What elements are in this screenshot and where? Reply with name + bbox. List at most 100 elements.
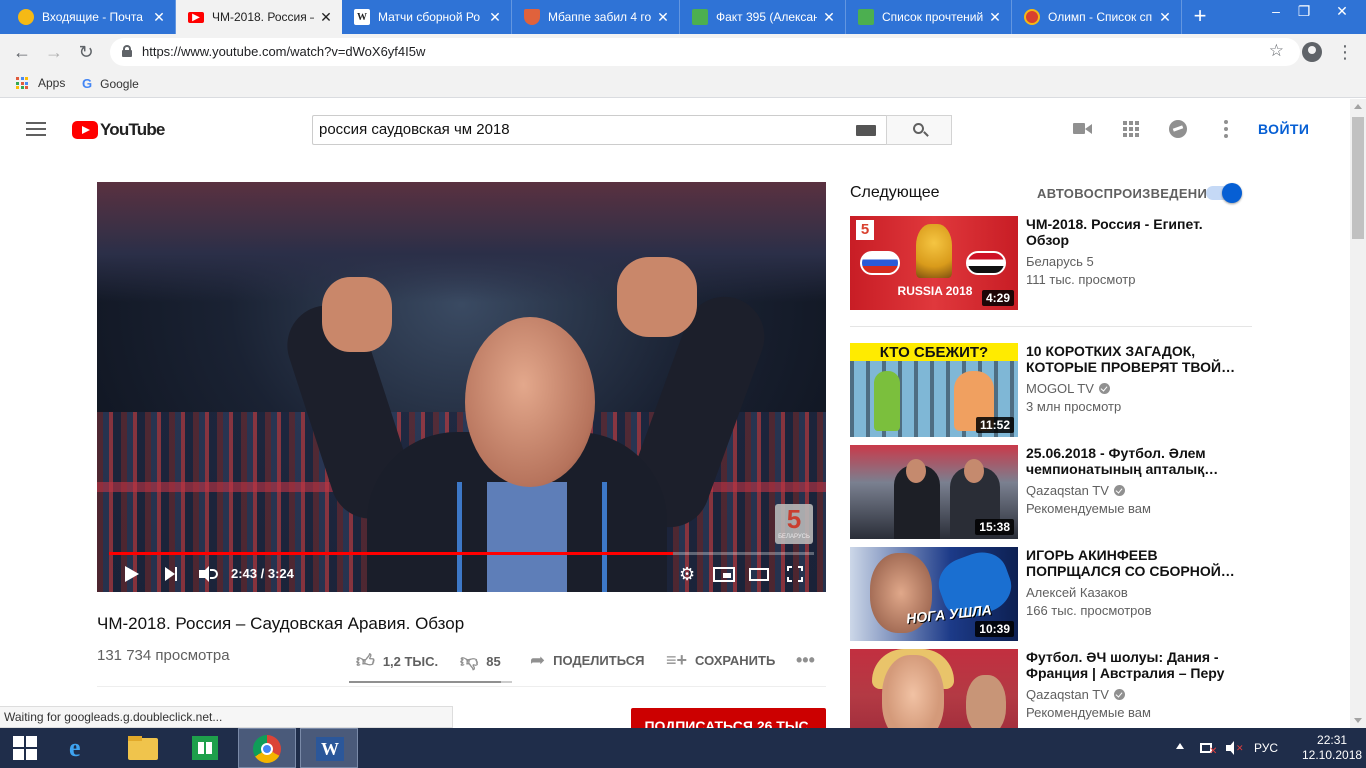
channel-name[interactable]: Алексей Казаков <box>1026 585 1128 600</box>
minimize-icon[interactable]: – <box>1262 0 1290 22</box>
close-tab-icon[interactable]: ✕ <box>487 9 503 26</box>
video-thumbnail[interactable]: НОГА УШЛА 10:39 <box>850 547 1018 641</box>
tab-olimp[interactable]: Олимп - Список сп ✕ <box>1012 0 1182 34</box>
autoplay-toggle[interactable] <box>1206 183 1242 203</box>
youtube-icon: ▶ <box>188 11 204 23</box>
sign-in-button[interactable]: ВОЙТИ <box>1258 121 1309 137</box>
dislike-button[interactable]: 👎︎ 85 <box>460 650 501 672</box>
show-hidden-icons-icon[interactable] <box>1176 743 1184 749</box>
video-title[interactable]: 25.06.2018 - Футбол. Әлем чемпионатының … <box>1026 445 1236 477</box>
tab-label: ЧМ-2018. Россия – <box>212 10 314 24</box>
video-title[interactable]: ИГОРЬ АКИНФЕЕВ ПОПРЩАЛСЯ СО СБОРНОЙ… <box>1026 547 1236 579</box>
search-button[interactable] <box>886 115 952 145</box>
next-video-icon[interactable] <box>165 567 177 581</box>
search-input[interactable]: россия саудовская чм 2018 <box>312 115 886 145</box>
url-text[interactable]: https://www.youtube.com/watch?v=dWoX6yf4… <box>142 44 425 59</box>
chrome-menu-icon[interactable]: ⋮ <box>1336 40 1354 64</box>
channel-name[interactable]: Qazaqstan TV <box>1026 483 1125 498</box>
internet-explorer-icon[interactable]: e <box>52 728 110 768</box>
tab-fact-395[interactable]: Факт 395 (Алексан ✕ <box>680 0 846 34</box>
add-to-playlist-icon: ≡+ <box>666 650 688 670</box>
video-duration: 4:29 <box>981 290 1014 306</box>
close-tab-icon[interactable]: ✕ <box>821 9 837 26</box>
save-button[interactable]: ≡+ СОХРАНИТЬ <box>666 650 775 671</box>
forward-arrow-icon[interactable]: → <box>42 40 66 64</box>
bookmark-label: Apps <box>38 76 66 90</box>
video-player[interactable]: 5 БЕЛАРУСЬ 2:43 / 3:24 ⚙ <box>97 182 826 592</box>
close-tab-icon[interactable]: ✕ <box>987 9 1003 26</box>
video-title[interactable]: 10 КОРОТКИХ ЗАГАДОК, КОТОРЫЕ ПРОВЕРЯТ ТВ… <box>1026 343 1236 375</box>
messages-icon[interactable] <box>1169 120 1187 138</box>
tab-youtube-video[interactable]: ▶ ЧМ-2018. Россия – ✕ <box>176 0 342 34</box>
like-button[interactable]: 👍︎ 1,2 ТЫС. <box>356 650 438 672</box>
apps-grid-icon <box>16 77 28 89</box>
youtube-play-logo-icon <box>72 121 98 139</box>
scrollbar-thumb[interactable] <box>1352 117 1364 239</box>
volume-icon[interactable] <box>199 566 218 582</box>
bookmark-star-icon[interactable]: ☆ <box>1269 41 1284 61</box>
video-thumbnail[interactable]: 15:38 <box>850 445 1018 539</box>
fullscreen-icon[interactable] <box>787 566 803 582</box>
recommended-video[interactable]: КТО СБЕЖИТ? 11:52 10 КОРОТКИХ ЗАГАДОК, К… <box>850 343 1260 437</box>
start-button[interactable] <box>0 728 50 768</box>
bookmark-apps[interactable]: Apps <box>16 76 65 90</box>
upload-video-icon[interactable] <box>1072 119 1094 139</box>
wikipedia-icon: W <box>354 9 370 25</box>
profile-avatar-icon[interactable] <box>1302 42 1322 62</box>
close-tab-icon[interactable]: ✕ <box>655 9 671 26</box>
recommended-video[interactable]: 15:38 25.06.2018 - Футбол. Әлем чемпиона… <box>850 445 1260 539</box>
search-query[interactable]: россия саудовская чм 2018 <box>319 121 510 138</box>
bookmark-google[interactable]: G Google <box>82 76 139 91</box>
video-thumbnail[interactable]: КТО СБЕЖИТ? 11:52 <box>850 343 1018 437</box>
share-button[interactable]: ➦ ПОДЕЛИТЬСЯ <box>530 650 644 671</box>
tab-mbappe[interactable]: Мбаппе забил 4 го ✕ <box>512 0 680 34</box>
window-close-icon[interactable]: ✕ <box>1322 0 1362 22</box>
new-tab-button[interactable]: + <box>1188 4 1212 28</box>
tab-wikipedia[interactable]: W Матчи сборной Ро ✕ <box>342 0 512 34</box>
theater-mode-icon[interactable] <box>749 568 769 581</box>
scroll-up-arrow-icon[interactable] <box>1354 104 1362 109</box>
view-count: 131 734 просмотра <box>97 647 230 664</box>
keyboard-icon[interactable] <box>856 125 876 136</box>
recommended-video[interactable]: Футбол. ӘЧ шолуы: Дания - Франция | Авст… <box>850 649 1260 728</box>
chrome-icon[interactable] <box>238 728 296 768</box>
play-icon[interactable] <box>125 566 139 582</box>
store-icon[interactable] <box>176 728 234 768</box>
close-tab-icon[interactable]: ✕ <box>151 9 167 26</box>
miniplayer-icon[interactable] <box>713 567 735 582</box>
more-actions-button[interactable]: ••• <box>796 650 823 671</box>
youtube-logo[interactable]: YouTube <box>72 120 165 140</box>
tab-reading-list[interactable]: Список прочтений ✕ <box>846 0 1012 34</box>
show-desktop-button[interactable] <box>1350 738 1362 756</box>
video-thumbnail[interactable] <box>850 649 1018 728</box>
video-thumbnail[interactable]: 5 RUSSIA 2018 4:29 <box>850 216 1018 310</box>
channel-name[interactable]: Беларусь 5 <box>1026 254 1094 269</box>
reload-icon[interactable]: ↻ <box>74 40 98 64</box>
close-tab-icon[interactable]: ✕ <box>1157 9 1173 26</box>
video-title[interactable]: ЧМ-2018. Россия - Египет. Обзор <box>1026 216 1236 248</box>
scroll-down-arrow-icon[interactable] <box>1354 718 1362 723</box>
close-tab-icon[interactable]: ✕ <box>318 9 334 26</box>
thumbnail-figure <box>882 655 944 728</box>
settings-more-icon[interactable] <box>1215 119 1237 139</box>
volume-muted-icon[interactable]: ✕ <box>1226 741 1244 755</box>
hamburger-menu-icon[interactable] <box>26 122 46 136</box>
restore-icon[interactable]: ❐ <box>1290 0 1318 22</box>
video-title[interactable]: Футбол. ӘЧ шолуы: Дания - Франция | Авст… <box>1026 649 1236 681</box>
word-icon[interactable]: W <box>300 728 358 768</box>
network-icon[interactable]: ✕ <box>1200 741 1217 757</box>
youtube-apps-icon[interactable] <box>1119 119 1141 139</box>
recommended-video[interactable]: НОГА УШЛА 10:39 ИГОРЬ АКИНФЕЕВ ПОПРЩАЛСЯ… <box>850 547 1260 641</box>
video-progress-bar[interactable] <box>109 552 814 555</box>
address-bar[interactable]: https://www.youtube.com/watch?v=dWoX6yf4… <box>110 38 1300 66</box>
file-explorer-icon[interactable] <box>114 728 172 768</box>
channel-name[interactable]: MOGOL TV <box>1026 381 1110 396</box>
back-arrow-icon[interactable]: ← <box>10 40 34 64</box>
recommended-video[interactable]: 5 RUSSIA 2018 4:29 ЧМ-2018. Россия - Еги… <box>850 216 1260 310</box>
language-indicator[interactable]: РУС <box>1254 741 1278 755</box>
settings-gear-icon[interactable]: ⚙ <box>679 565 695 583</box>
channel-name[interactable]: Qazaqstan TV <box>1026 687 1125 702</box>
page-scrollbar[interactable] <box>1350 99 1366 728</box>
world-cup-trophy-icon <box>916 224 952 278</box>
tab-inbox[interactable]: Входящие - Почта ✕ <box>6 0 176 34</box>
